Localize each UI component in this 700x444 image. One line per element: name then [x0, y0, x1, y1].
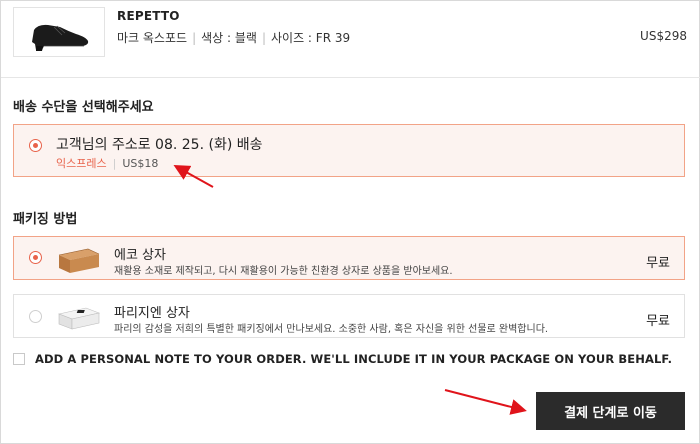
packaging-option-parisian[interactable]: 파리지엔 상자 파리의 감성을 저희의 특별한 패키징에서 만나보세요. 소중한…: [13, 294, 685, 338]
packaging-description: 재활용 소재로 제작되고, 다시 재활용이 가능한 친환경 상자로 상품을 받아…: [114, 266, 453, 277]
product-brand: REPETTO: [117, 9, 180, 23]
shipping-option-detail: 익스프레스 | US$18: [56, 155, 158, 171]
product-image: [13, 7, 105, 57]
packaging-price: 무료: [646, 314, 670, 329]
product-name: 마크 옥스포드: [117, 31, 188, 45]
detail-separator: |: [112, 157, 117, 170]
attr-separator: |: [261, 31, 266, 45]
personal-note-checkbox[interactable]: [13, 353, 25, 365]
divider: [1, 77, 700, 78]
shipping-option-title: 고객님의 주소로 08. 25. (화) 배송: [56, 137, 263, 153]
arrow-to-checkout-button: [444, 389, 527, 415]
attr-separator: |: [192, 31, 197, 45]
product-summary: REPETTO 마크 옥스포드 | 색상 : 블랙 | 사이즈 : FR 39 US$2…: [13, 7, 689, 59]
shipping-cost: US$18: [122, 157, 159, 170]
packaging-title: 파리지엔 상자: [114, 306, 190, 321]
checkout-button[interactable]: 결제 단계로 이동: [536, 392, 685, 430]
packaging-radio-parisian[interactable]: [29, 310, 42, 323]
packaging-title: 에코 상자: [114, 248, 166, 263]
product-price: US$298: [640, 29, 687, 43]
checkout-panel: REPETTO 마크 옥스포드 | 색상 : 블랙 | 사이즈 : FR 39 US$2…: [0, 0, 700, 444]
product-color: 색상 : 블랙: [201, 31, 257, 45]
personal-note-label[interactable]: ADD A PERSONAL NOTE TO YOUR ORDER. WE'LL…: [35, 352, 672, 366]
packaging-option-eco[interactable]: 에코 상자 재활용 소재로 제작되고, 다시 재활용이 가능한 친환경 상자로 …: [13, 236, 685, 280]
shipping-option-express[interactable]: 고객님의 주소로 08. 25. (화) 배송 익스프레스 | US$18: [13, 124, 685, 177]
packaging-heading: 패키징 방법: [13, 212, 78, 227]
shipping-method: 익스프레스: [56, 157, 107, 170]
annotation-arrows: [173, 165, 527, 415]
product-size: 사이즈 : FR 39: [271, 31, 351, 45]
shipping-radio[interactable]: [29, 139, 42, 152]
product-attributes: 마크 옥스포드 | 색상 : 블랙 | 사이즈 : FR 39: [117, 29, 350, 46]
parisian-box-icon: [57, 307, 101, 330]
shoe-icon: [32, 24, 89, 51]
packaging-radio-eco[interactable]: [29, 251, 42, 264]
packaging-description: 파리의 감성을 저희의 특별한 패키징에서 만나보세요. 소중한 사람, 혹은 …: [114, 324, 549, 335]
shipping-heading: 배송 수단을 선택해주세요: [13, 100, 154, 115]
eco-box-icon: [58, 248, 100, 273]
packaging-price: 무료: [646, 256, 670, 271]
